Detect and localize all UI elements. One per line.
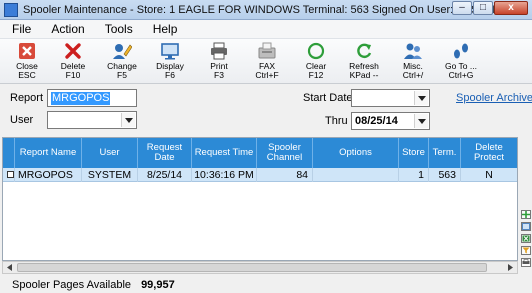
scroll-right-icon[interactable]	[504, 262, 517, 273]
thru-date-value: 08/25/14	[355, 115, 398, 127]
start-date-label: Start Date	[303, 92, 353, 104]
misc-users-icon	[402, 41, 424, 61]
filter-icon[interactable]	[521, 246, 531, 255]
thru-label: Thru	[325, 115, 348, 127]
toolbar: Close ESC Delete F10 Change F5 Display F6 Pr…	[0, 38, 532, 84]
header-request-time[interactable]: Request Time	[192, 138, 257, 168]
cell-spooler-channel[interactable]: 84	[257, 168, 313, 182]
clear-circle-icon	[305, 41, 327, 61]
cell-user[interactable]: SYSTEM	[82, 168, 138, 182]
window-titlebar: Spooler Maintenance - Store: 1 EAGLE FOR…	[0, 0, 532, 20]
fax-button[interactable]: FAX Ctrl+F	[242, 41, 292, 83]
user-select[interactable]	[47, 111, 137, 129]
scroll-left-icon[interactable]	[3, 262, 16, 273]
cell-request-time[interactable]: 10:36:16 PM	[192, 168, 257, 182]
report-label: Report	[10, 92, 44, 104]
chevron-down-icon[interactable]	[121, 113, 135, 127]
user-label: User	[10, 114, 34, 126]
close-button[interactable]: Close ESC	[2, 41, 52, 83]
window-controls: – □ x	[452, 1, 528, 15]
export-icon[interactable]	[521, 222, 531, 231]
misc-button[interactable]: Misc. Ctrl+/	[388, 41, 438, 83]
spooler-grid: Report Name User Request Date Request Ti…	[2, 137, 518, 261]
close-key: ESC	[18, 70, 36, 80]
cell-request-date[interactable]: 8/25/14	[138, 168, 192, 182]
add-row-icon[interactable]	[521, 210, 531, 219]
report-input-value: MRGOPOS	[51, 92, 111, 105]
printer-icon	[208, 41, 230, 61]
cell-report-name[interactable]: MRGOPOS	[15, 168, 82, 182]
row-select-icon	[7, 171, 14, 178]
print-grid-icon[interactable]	[521, 258, 531, 267]
cell-options[interactable]	[313, 168, 399, 182]
pencil-user-icon	[111, 41, 133, 61]
delete-x-icon	[62, 41, 84, 61]
header-delete-protect[interactable]: Delete Protect	[461, 138, 517, 168]
spooler-archive-link[interactable]: Spooler Archive	[456, 92, 532, 104]
goto-key: Ctrl+G	[448, 70, 474, 80]
header-marker	[3, 138, 15, 168]
fax-icon	[256, 41, 278, 61]
grid-header: Report Name User Request Date Request Ti…	[3, 138, 517, 168]
chevron-down-icon[interactable]	[414, 114, 428, 128]
menu-bar: File Action Tools Help	[0, 20, 532, 38]
cell-delete-protect[interactable]: N	[461, 168, 517, 182]
header-store[interactable]: Store	[399, 138, 429, 168]
report-input[interactable]: MRGOPOS	[47, 89, 137, 107]
header-term[interactable]: Term.	[429, 138, 461, 168]
footprints-icon	[450, 41, 472, 61]
thru-date-select[interactable]: 08/25/14	[351, 112, 430, 130]
change-button[interactable]: Change F5	[97, 41, 147, 83]
refresh-icon	[353, 41, 375, 61]
display-key: F6	[165, 70, 175, 80]
chevron-down-icon[interactable]	[414, 91, 428, 105]
header-user[interactable]: User	[82, 138, 138, 168]
refresh-button[interactable]: Refresh KPad --	[339, 41, 389, 83]
menu-file[interactable]: File	[4, 22, 39, 36]
window-title: Spooler Maintenance - Store: 1 EAGLE FOR…	[23, 3, 502, 16]
refresh-key: KPad --	[349, 70, 379, 80]
app-icon	[4, 2, 18, 17]
table-row[interactable]: MRGOPOS SYSTEM 8/25/14 10:36:16 PM 84 1 …	[3, 168, 517, 182]
status-bar: Spooler Pages Available 99,957	[12, 279, 175, 291]
cell-term[interactable]: 563	[429, 168, 461, 182]
display-button[interactable]: Display F6	[145, 41, 195, 83]
misc-key: Ctrl+/	[402, 70, 424, 80]
pages-available-value: 99,957	[141, 279, 175, 291]
maximize-button[interactable]: □	[473, 1, 493, 15]
start-date-select[interactable]	[351, 89, 430, 107]
menu-action[interactable]: Action	[43, 22, 92, 36]
row-marker[interactable]	[3, 168, 15, 182]
cell-store[interactable]: 1	[399, 168, 429, 182]
change-key: F5	[117, 70, 127, 80]
close-window-button[interactable]: x	[494, 1, 528, 15]
menu-tools[interactable]: Tools	[97, 22, 141, 36]
pages-available-label: Spooler Pages Available	[12, 279, 132, 291]
header-request-date[interactable]: Request Date	[138, 138, 192, 168]
clear-button[interactable]: Clear F12	[291, 41, 341, 83]
header-report-name[interactable]: Report Name	[15, 138, 82, 168]
delete-button[interactable]: Delete F10	[48, 41, 98, 83]
menu-help[interactable]: Help	[145, 22, 186, 36]
header-spooler-channel[interactable]: Spooler Channel	[257, 138, 313, 168]
print-key: F3	[214, 70, 224, 80]
header-options[interactable]: Options	[313, 138, 399, 168]
delete-key: F10	[65, 70, 81, 80]
grid-side-tools	[521, 210, 531, 267]
minimize-button[interactable]: –	[452, 1, 472, 15]
horizontal-scrollbar[interactable]	[2, 261, 518, 274]
print-button[interactable]: Print F3	[194, 41, 244, 83]
scrollbar-thumb[interactable]	[17, 263, 487, 272]
close-x-icon	[16, 41, 38, 61]
clear-key: F12	[308, 70, 324, 80]
excel-icon[interactable]	[521, 234, 531, 243]
fax-key: Ctrl+F	[255, 70, 279, 80]
monitor-icon	[159, 41, 181, 61]
goto-button[interactable]: Go To ... Ctrl+G	[436, 41, 486, 83]
